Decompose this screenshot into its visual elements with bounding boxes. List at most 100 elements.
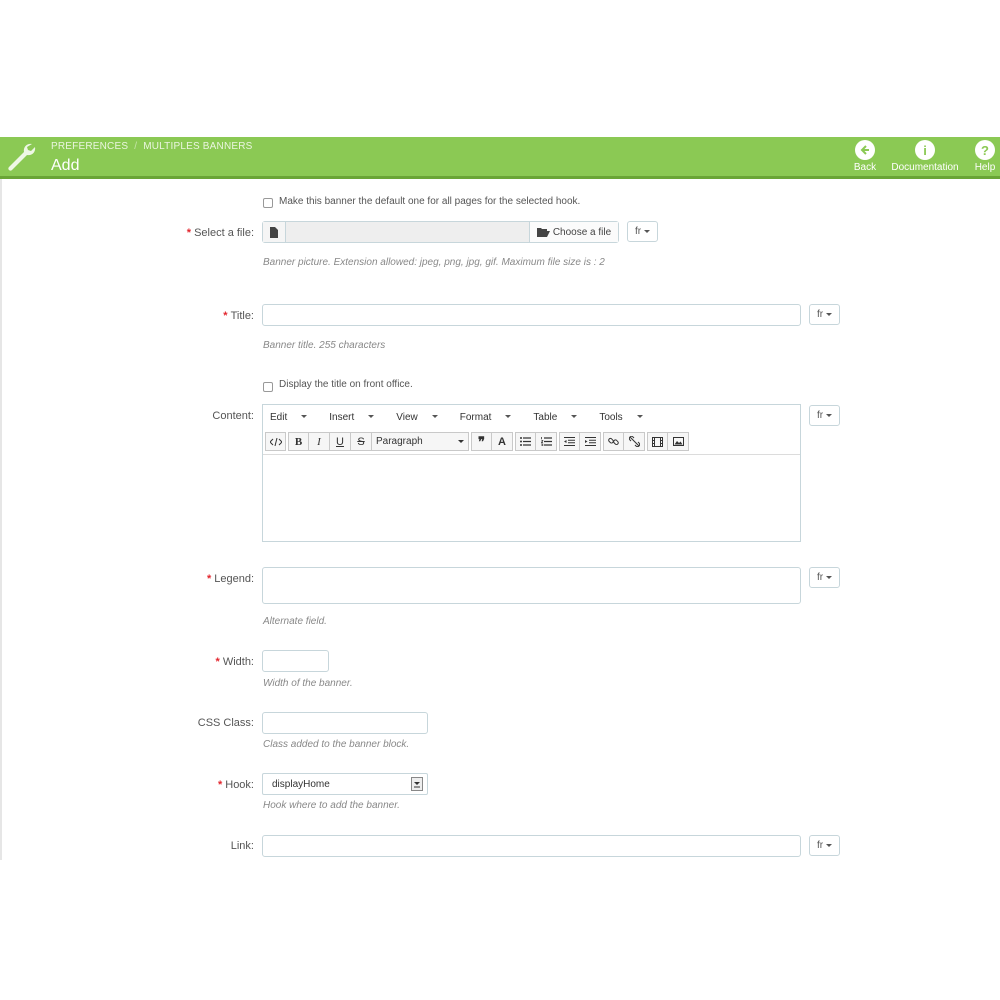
editor-menu-format[interactable]: Format — [460, 412, 523, 423]
chevron-down-icon — [644, 230, 651, 233]
image-icon[interactable] — [668, 432, 689, 451]
choose-file-label: Choose a file — [552, 226, 612, 238]
content-rich-text-editor: Edit Insert View Format Table Tools B I … — [262, 404, 801, 542]
legend-label-text: Legend: — [214, 573, 254, 585]
chevron-down-icon — [505, 415, 512, 419]
content-label: Content: — [212, 410, 254, 422]
page-header: PREFERENCES / MULTIPLES BANNERS Add Back i… — [0, 137, 1000, 179]
css-class-input[interactable] — [262, 712, 428, 734]
file-input-group: Choose a file — [262, 221, 619, 243]
menu-label: Format — [459, 411, 492, 423]
strikethrough-icon[interactable]: S — [351, 432, 372, 451]
legend-language-dropdown[interactable]: fr — [809, 567, 840, 588]
required-marker: * — [206, 573, 212, 585]
editor-body[interactable] — [263, 455, 800, 541]
back-arrow-icon — [855, 140, 875, 160]
file-label-text: Select a file: — [194, 227, 254, 239]
chevron-down-icon — [368, 415, 375, 419]
editor-menu-tools[interactable]: Tools — [599, 412, 653, 423]
legend-label: * Legend: — [114, 573, 254, 585]
hook-label: * Hook: — [114, 779, 254, 791]
text-color-icon[interactable]: A — [492, 432, 513, 451]
menu-label: Insert — [329, 411, 355, 423]
file-language-dropdown[interactable]: fr — [627, 221, 658, 242]
folder-open-icon — [536, 228, 550, 237]
outdent-icon[interactable] — [559, 432, 580, 451]
required-marker: * — [217, 779, 223, 791]
breadcrumb: PREFERENCES / MULTIPLES BANNERS — [51, 141, 253, 152]
title-label: * Title: — [114, 310, 254, 322]
chevron-down-icon — [826, 414, 833, 417]
title-label-text: Title: — [230, 310, 254, 322]
legend-textarea[interactable] — [262, 567, 801, 604]
help-icon: ? — [975, 140, 995, 160]
source-code-icon[interactable] — [265, 432, 286, 451]
file-name-field[interactable] — [286, 222, 529, 242]
title-help-text: Banner title. 255 characters — [263, 340, 386, 351]
title-language-dropdown[interactable]: fr — [809, 304, 840, 325]
breadcrumb-separator: / — [134, 141, 138, 152]
block-format-select[interactable]: Paragraph — [372, 432, 469, 451]
editor-menubar: Edit Insert View Format Table Tools — [263, 405, 800, 429]
width-input[interactable] — [262, 650, 329, 672]
width-label: * Width: — [114, 656, 254, 668]
width-label-text: Width: — [222, 656, 254, 668]
hook-select[interactable]: displayHome — [262, 773, 428, 795]
display-title-checkbox[interactable] — [263, 382, 273, 392]
legend-language-value: fr — [816, 572, 824, 583]
breadcrumb-item-multiples-banners[interactable]: MULTIPLES BANNERS — [143, 141, 252, 152]
documentation-label: Documentation — [891, 162, 959, 173]
content-language-dropdown[interactable]: fr — [809, 405, 840, 426]
link-language-value: fr — [816, 840, 824, 851]
chevron-down-icon — [571, 415, 578, 419]
back-button[interactable]: Back — [851, 140, 879, 173]
hook-label-text: Hook: — [225, 779, 254, 791]
link-language-dropdown[interactable]: fr — [809, 835, 840, 856]
menu-label: Edit — [270, 411, 288, 423]
numbered-list-icon[interactable] — [536, 432, 557, 451]
required-marker: * — [223, 310, 228, 322]
choose-file-button[interactable]: Choose a file — [529, 222, 618, 242]
video-icon[interactable] — [647, 432, 668, 451]
chevron-down-icon — [826, 313, 833, 316]
link-label: Link: — [230, 840, 254, 852]
chevron-down-icon — [826, 844, 833, 847]
chevron-down-icon — [301, 415, 308, 419]
title-language-value: fr — [816, 309, 824, 320]
legend-help-text: Alternate field. — [263, 616, 327, 627]
unlink-icon[interactable] — [624, 432, 645, 451]
link-icon[interactable] — [603, 432, 624, 451]
bullet-list-icon[interactable] — [515, 432, 536, 451]
hook-help-text: Hook where to add the banner. — [263, 800, 400, 811]
hook-select-value: displayHome — [272, 778, 330, 790]
content-left-border — [0, 179, 2, 860]
link-input[interactable] — [262, 835, 801, 857]
info-icon: i — [915, 140, 935, 160]
bold-icon[interactable]: B — [288, 432, 309, 451]
documentation-button[interactable]: i Documentation — [887, 140, 963, 173]
italic-icon[interactable]: I — [309, 432, 330, 451]
required-marker: * — [215, 656, 220, 668]
editor-menu-table[interactable]: Table — [533, 412, 588, 423]
default-banner-checkbox[interactable] — [263, 198, 273, 208]
help-label: Help — [974, 162, 996, 173]
required-marker: * — [186, 227, 192, 239]
title-input[interactable] — [262, 304, 801, 326]
editor-toolbar: B I U S Paragraph ❞ A — [263, 429, 800, 455]
default-banner-checkbox-label: Make this banner the default one for all… — [279, 196, 581, 207]
chevron-down-icon — [411, 777, 423, 791]
help-button[interactable]: ? Help — [972, 140, 998, 173]
editor-menu-view[interactable]: View — [396, 412, 449, 423]
editor-menu-edit[interactable]: Edit — [270, 412, 318, 423]
width-help-text: Width of the banner. — [263, 678, 353, 689]
blockquote-icon[interactable]: ❞ — [471, 432, 492, 451]
file-language-value: fr — [634, 226, 642, 237]
chevron-down-icon — [826, 576, 833, 579]
content-language-value: fr — [816, 410, 824, 421]
file-icon — [263, 222, 286, 242]
editor-menu-insert[interactable]: Insert — [329, 412, 385, 423]
underline-icon[interactable]: U — [330, 432, 351, 451]
wrench-icon — [0, 137, 42, 179]
indent-icon[interactable] — [580, 432, 601, 451]
breadcrumb-item-preferences[interactable]: PREFERENCES — [51, 141, 128, 152]
